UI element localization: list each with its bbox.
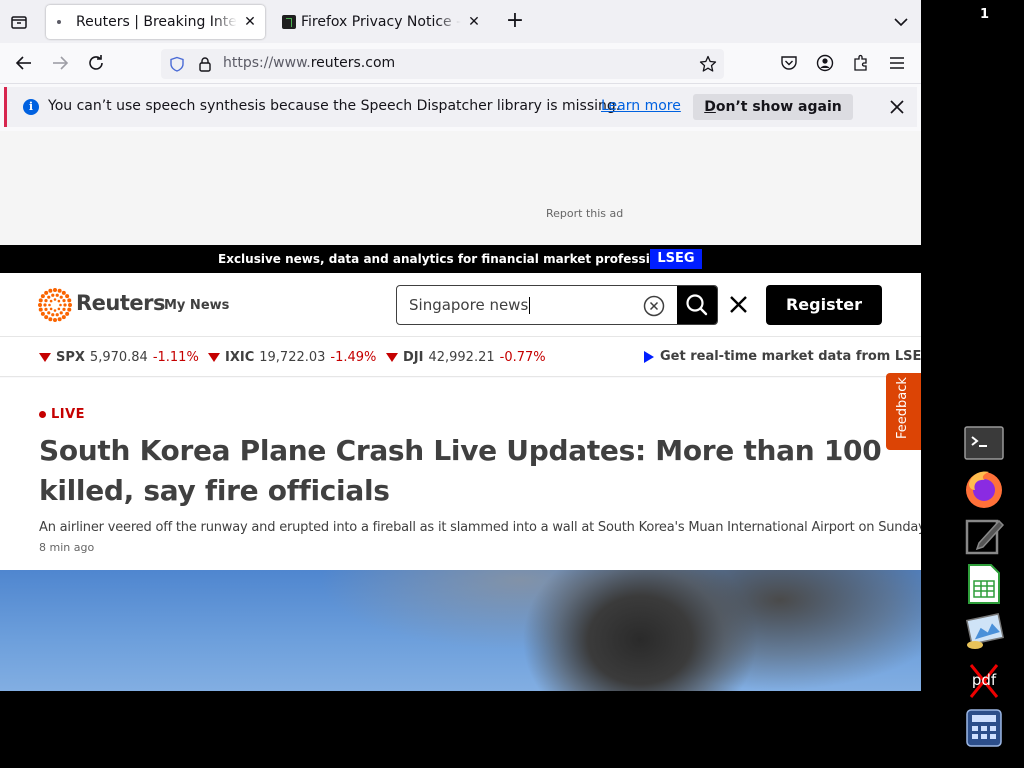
ticker-value: 5,970.84 — [89, 350, 148, 365]
market-data-label: Get real-time market data from LSEG — [660, 349, 921, 364]
learn-more-link[interactable]: Learn more — [601, 98, 681, 114]
privacy-favicon-icon — [282, 15, 296, 29]
play-icon — [644, 350, 654, 363]
close-tab-icon[interactable]: ✕ — [467, 15, 481, 29]
account-icon[interactable] — [816, 54, 834, 72]
navigation-bar: https://www.reuters.com — [0, 43, 921, 84]
ad-slot: Report this ad — [0, 131, 921, 245]
close-search-icon[interactable] — [720, 285, 758, 325]
feedback-tab[interactable]: Feedback — [886, 373, 921, 450]
url-domain: reuters.com — [310, 55, 396, 71]
text-editor-icon[interactable] — [963, 515, 1005, 557]
forward-arrow-icon[interactable] — [50, 53, 70, 73]
promo-banner[interactable]: Exclusive news, data and analytics for f… — [0, 245, 921, 273]
ticker-change: -1.49% — [330, 350, 377, 365]
ticker-change: -1.11% — [152, 350, 199, 365]
lock-icon[interactable] — [197, 56, 213, 72]
hero-image[interactable] — [0, 570, 921, 691]
tab-title: Firefox Privacy Notice — Mozilla — [301, 14, 461, 30]
spreadsheet-icon[interactable] — [963, 563, 1005, 605]
register-button[interactable]: Register — [766, 285, 882, 325]
new-tab-button[interactable]: + — [503, 10, 527, 34]
clear-search-icon[interactable] — [643, 295, 665, 317]
reload-icon[interactable] — [86, 53, 106, 73]
feedback-label: Feedback — [895, 377, 910, 439]
live-text: LIVE — [51, 407, 86, 422]
live-label: LIVE — [39, 407, 85, 422]
url-bar[interactable]: https://www.reuters.com — [161, 49, 724, 79]
market-data-link[interactable]: Get real-time market data from LSEG — [644, 349, 921, 364]
ticker-value: 42,992.21 — [428, 350, 495, 365]
pocket-icon[interactable] — [780, 54, 798, 72]
extensions-icon[interactable] — [852, 54, 870, 72]
tab-privacy-notice[interactable]: Firefox Privacy Notice — Mozilla ✕ — [273, 5, 489, 39]
url-text[interactable]: https://www.reuters.com — [223, 55, 395, 71]
report-ad-link[interactable]: Report this ad — [546, 207, 623, 220]
down-arrow-icon — [208, 353, 220, 362]
article-summary: An airliner veered off the runway and er… — [39, 520, 921, 535]
firefox-icon[interactable] — [963, 468, 1005, 510]
text-caret — [529, 297, 531, 314]
ticker-value: 19,722.03 — [259, 350, 326, 365]
hamburger-menu-icon[interactable] — [888, 54, 906, 72]
back-arrow-icon[interactable] — [14, 53, 34, 73]
tab-reuters[interactable]: Reuters | Breaking International News & … — [46, 5, 265, 39]
tab-list-icon[interactable] — [9, 12, 29, 32]
image-viewer-icon[interactable] — [963, 611, 1005, 653]
ticker-symbol: DJI — [403, 350, 424, 365]
lead-story: LIVE South Korea Plane Crash Live Update… — [0, 378, 921, 570]
headline-link[interactable]: South Korea Plane Crash Live Updates: Mo… — [39, 431, 899, 511]
url-prefix: https://www. — [223, 55, 311, 71]
search-box: Singapore news — [396, 285, 718, 325]
my-news-link[interactable]: My News — [164, 298, 229, 313]
search-input[interactable]: Singapore news — [409, 296, 531, 314]
ticker-change: -0.77% — [499, 350, 546, 365]
ticker-item[interactable]: SPX 5,970.84 -1.11% — [39, 350, 199, 365]
browser-window: Reuters | Breaking International News & … — [0, 0, 921, 691]
market-ticker: SPX 5,970.84 -1.11% IXIC 19,722.03 -1.49… — [0, 337, 921, 377]
bookmark-star-icon[interactable] — [699, 55, 717, 73]
tab-title: Reuters | Breaking International News & … — [76, 14, 237, 30]
tracking-protection-shield-icon[interactable] — [169, 56, 185, 72]
pdf-icon[interactable]: pdf — [963, 659, 1005, 701]
loading-dot-icon — [57, 20, 61, 24]
tab-bar: Reuters | Breaking International News & … — [0, 0, 921, 43]
dont-show-accesskey: D — [704, 99, 716, 115]
lseg-badge[interactable]: LSEG — [650, 249, 702, 269]
close-tab-icon[interactable]: ✕ — [243, 15, 257, 29]
search-input-value: Singapore news — [409, 296, 529, 314]
down-arrow-icon — [386, 353, 398, 362]
terminal-icon[interactable] — [963, 423, 1005, 465]
search-submit-button[interactable] — [677, 286, 717, 324]
ticker-symbol: SPX — [56, 350, 85, 365]
article-timestamp: 8 min ago — [39, 541, 95, 554]
ticker-item[interactable]: IXIC 19,722.03 -1.49% — [208, 350, 376, 365]
reuters-logo-text[interactable]: Reuters — [76, 291, 166, 315]
site-header: Reuters My News Singapore news Register — [0, 273, 921, 337]
live-dot-icon — [39, 411, 46, 418]
dont-show-again-button[interactable]: Don’t show again — [693, 94, 853, 120]
chevron-down-icon[interactable] — [891, 12, 911, 32]
svg-text:pdf: pdf — [972, 671, 997, 689]
search-icon — [686, 294, 708, 316]
workspace-number[interactable]: 1 — [980, 7, 989, 22]
notification-message: You can’t use speech synthesis because t… — [48, 98, 621, 114]
info-icon: i — [23, 99, 39, 115]
reuters-logo-icon[interactable] — [38, 288, 72, 322]
ticker-item[interactable]: DJI 42,992.21 -0.77% — [386, 350, 546, 365]
down-arrow-icon — [39, 353, 51, 362]
ticker-symbol: IXIC — [225, 350, 255, 365]
dont-show-label: on’t show again — [715, 99, 842, 115]
close-icon[interactable] — [887, 97, 907, 117]
promo-text[interactable]: Exclusive news, data and analytics for f… — [218, 252, 686, 266]
calculator-icon[interactable] — [963, 707, 1005, 749]
notification-bar: i You can’t use speech synthesis because… — [4, 87, 917, 127]
